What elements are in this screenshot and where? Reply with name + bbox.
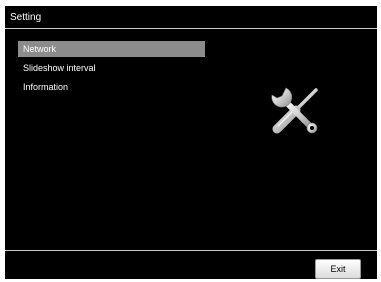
exit-button[interactable]: Exit <box>315 259 361 279</box>
title-divider <box>5 28 377 29</box>
settings-menu: Network Slideshow interval Information <box>18 41 205 98</box>
menu-item-network[interactable]: Network <box>18 41 205 57</box>
menu-item-information[interactable]: Information <box>18 79 205 95</box>
window-title: Setting <box>10 12 42 23</box>
menu-item-slideshow-interval[interactable]: Slideshow interval <box>18 60 205 76</box>
footer-divider <box>5 250 377 251</box>
wrench-screwdriver-icon <box>271 87 318 134</box>
settings-screen: Setting Network Slideshow interval Infor… <box>5 6 377 279</box>
